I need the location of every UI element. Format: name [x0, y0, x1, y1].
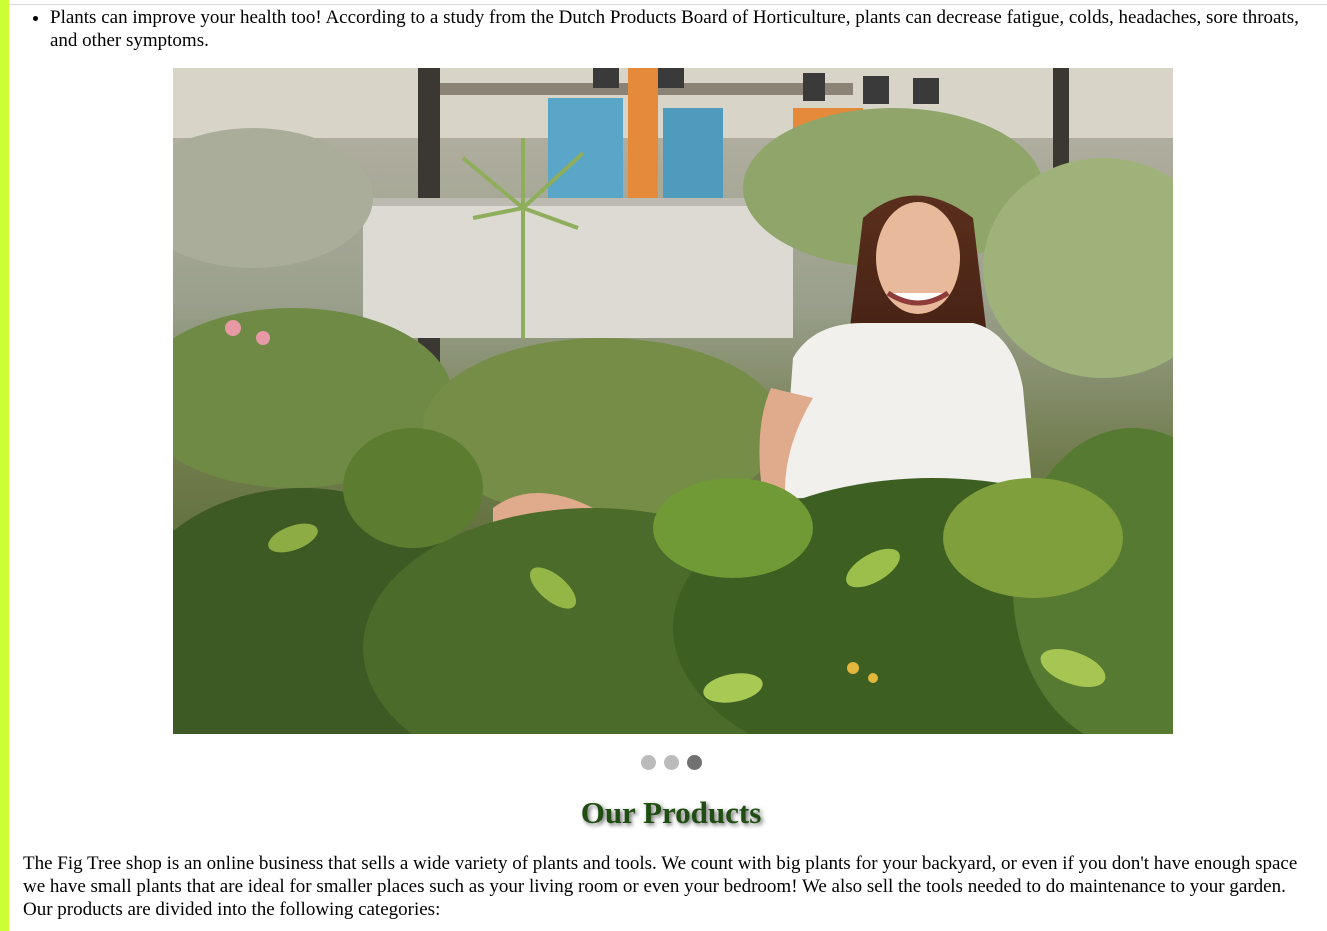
slide-dot-1[interactable]: [640, 755, 656, 770]
slide-dot-2[interactable]: [663, 755, 679, 770]
list-item: Plants can improve your health too! Acco…: [50, 6, 1319, 52]
slide-dot-3[interactable]: [686, 755, 702, 770]
main-content: Plants can improve your health too! Acco…: [23, 0, 1319, 921]
left-accent-bar: [0, 0, 9, 931]
benefits-list: Plants can improve your health too! Acco…: [23, 6, 1319, 52]
products-heading: Our Products: [580, 795, 762, 830]
page: Plants can improve your health too! Acco…: [0, 0, 1327, 931]
products-intro: The Fig Tree shop is an online business …: [23, 853, 1298, 920]
slideshow: [173, 68, 1173, 734]
slide-image: [173, 68, 1173, 734]
slideshow-dots: [23, 755, 1319, 773]
